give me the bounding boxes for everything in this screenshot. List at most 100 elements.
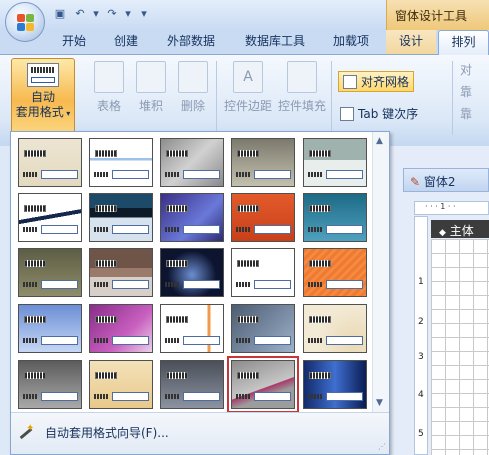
autoformat-style-thumbnail[interactable]: [18, 138, 82, 187]
thumbnail-mark: [95, 260, 117, 267]
redo-dropdown-icon[interactable]: ▾: [124, 7, 132, 21]
autoformat-style-thumbnail[interactable]: [160, 304, 224, 353]
thumbnail-mark: [24, 316, 46, 323]
autoformat-gallery: ▲ ▼ ✦ 自动套用格式向导(F)... ⋰: [10, 131, 390, 455]
autoformat-style-thumbnail[interactable]: [89, 138, 153, 187]
undo-icon[interactable]: ↶: [72, 7, 88, 21]
control-padding-button[interactable]: 控件填充: [276, 61, 328, 114]
tab-design[interactable]: 设计: [386, 30, 436, 54]
thumbnail-fld: [112, 336, 149, 345]
control-margins-button[interactable]: A 控件边距: [222, 61, 274, 114]
thumbnail-lbl: [94, 338, 108, 343]
autoformat-button[interactable]: 自动 套用格式 ▾: [11, 58, 75, 136]
ruler-number: 5: [418, 429, 424, 439]
form-design-grid[interactable]: [431, 239, 489, 455]
thumbnail-lbl: [23, 338, 37, 343]
tab-create[interactable]: 创建: [104, 30, 148, 54]
form-window-title[interactable]: ✎ 窗体2: [403, 168, 489, 192]
autoformat-style-thumbnail[interactable]: [231, 138, 295, 187]
thumbnail-mark: [309, 372, 331, 379]
thumbnail-mark: [309, 150, 331, 157]
autoformat-style-thumbnail[interactable]: [160, 248, 224, 297]
resize-grip-icon[interactable]: ⋰: [378, 442, 386, 451]
tab-addins[interactable]: 加载项: [324, 30, 378, 54]
office-button[interactable]: [5, 2, 45, 42]
thumbnail-fld: [326, 392, 363, 401]
ribbon-cut-item-3: 靠: [460, 107, 473, 121]
form-icon: ✎: [410, 175, 421, 189]
thumbnail-mark: [309, 260, 331, 267]
autoformat-style-thumbnail[interactable]: [303, 304, 367, 353]
vertical-ruler: 1 2 3 4 5: [414, 216, 428, 455]
autoformat-style-thumbnail[interactable]: [89, 248, 153, 297]
thumbnail-mark: [166, 205, 188, 212]
thumbnail-fld: [254, 280, 291, 289]
control-margins-icon: A: [233, 61, 263, 93]
detail-section-label: 主体: [449, 224, 474, 238]
autoformat-wizard-item[interactable]: ✦ 自动套用格式向导(F)...: [17, 423, 169, 441]
thumbnail-mark: [95, 150, 117, 157]
autoformat-style-thumbnail[interactable]: [160, 138, 224, 187]
autoformat-style-thumbnail[interactable]: [231, 304, 295, 353]
thumbnail-lbl: [308, 227, 322, 232]
table-layout-icon: [94, 61, 124, 93]
thumbnail-lbl: [165, 172, 179, 177]
thumbnail-fld: [41, 225, 78, 234]
customize-icon[interactable]: ▾: [136, 7, 152, 21]
table-layout-button[interactable]: 表格: [92, 61, 126, 114]
office-logo-icon: [17, 14, 35, 32]
tab-home[interactable]: 开始: [52, 30, 96, 54]
autoformat-style-thumbnail[interactable]: [303, 360, 367, 409]
wizard-wand-icon: ✦: [17, 423, 35, 441]
gallery-scrollbar[interactable]: ▲ ▼: [372, 132, 389, 412]
autoformat-style-thumbnail[interactable]: [231, 248, 295, 297]
autoformat-label-line2: 套用格式 ▾: [15, 105, 71, 119]
tab-arrange[interactable]: 排列: [438, 30, 489, 55]
thumbnail-lbl: [308, 282, 322, 287]
thumbnail-fld: [183, 170, 220, 179]
thumbnail-lbl: [308, 172, 322, 177]
thumbnail-mark: [237, 205, 259, 212]
undo-dropdown-icon[interactable]: ▾: [92, 7, 100, 21]
autoformat-style-thumbnail[interactable]: [18, 248, 82, 297]
detail-section-bar[interactable]: ◆ 主体: [431, 220, 489, 238]
autoformat-style-thumbnail[interactable]: [18, 193, 82, 242]
autoformat-style-thumbnail[interactable]: [18, 360, 82, 409]
autoformat-style-thumbnail[interactable]: [231, 193, 295, 242]
thumbnail-lbl: [165, 394, 179, 399]
stacked-layout-button[interactable]: 堆积: [134, 61, 168, 114]
scroll-down-icon[interactable]: ▼: [376, 398, 383, 408]
autoformat-style-thumbnail[interactable]: [89, 304, 153, 353]
remove-layout-button[interactable]: 删除: [176, 61, 210, 114]
thumbnail-fld: [326, 170, 363, 179]
autoformat-style-thumbnail[interactable]: [18, 304, 82, 353]
snap-to-grid-button[interactable]: 对齐网格: [338, 71, 415, 92]
remove-layout-label: 删除: [180, 99, 205, 113]
autoformat-style-thumbnail[interactable]: [89, 360, 153, 409]
tab-order-icon: [340, 106, 354, 121]
thumbnail-lbl: [23, 227, 37, 232]
thumbnail-lbl: [236, 394, 250, 399]
thumbnail-fld: [183, 225, 220, 234]
thumbnail-lbl: [94, 394, 108, 399]
autoformat-style-thumbnail[interactable]: [303, 138, 367, 187]
snap-grid-icon: [343, 74, 357, 89]
autoformat-style-thumbnail[interactable]: [89, 193, 153, 242]
thumbnail-lbl: [94, 227, 108, 232]
thumbnail-fld: [112, 392, 149, 401]
autoformat-style-thumbnail[interactable]: [227, 356, 299, 413]
remove-layout-icon: [178, 61, 208, 93]
redo-icon[interactable]: ↷: [104, 7, 120, 21]
thumbnail-fld: [326, 280, 363, 289]
autoformat-style-thumbnail[interactable]: [303, 248, 367, 297]
tab-order-button[interactable]: Tab 键次序: [340, 105, 418, 122]
tab-external-data[interactable]: 外部数据: [158, 30, 224, 54]
thumbnail-mark: [237, 150, 259, 157]
save-icon[interactable]: ▣: [52, 7, 68, 21]
autoformat-style-thumbnail[interactable]: [160, 360, 224, 409]
tab-database-tools[interactable]: 数据库工具: [236, 30, 314, 54]
autoformat-style-thumbnail[interactable]: [303, 193, 367, 242]
thumbnail-mark: [24, 260, 46, 267]
autoformat-style-thumbnail[interactable]: [160, 193, 224, 242]
scroll-up-icon[interactable]: ▲: [376, 136, 383, 146]
